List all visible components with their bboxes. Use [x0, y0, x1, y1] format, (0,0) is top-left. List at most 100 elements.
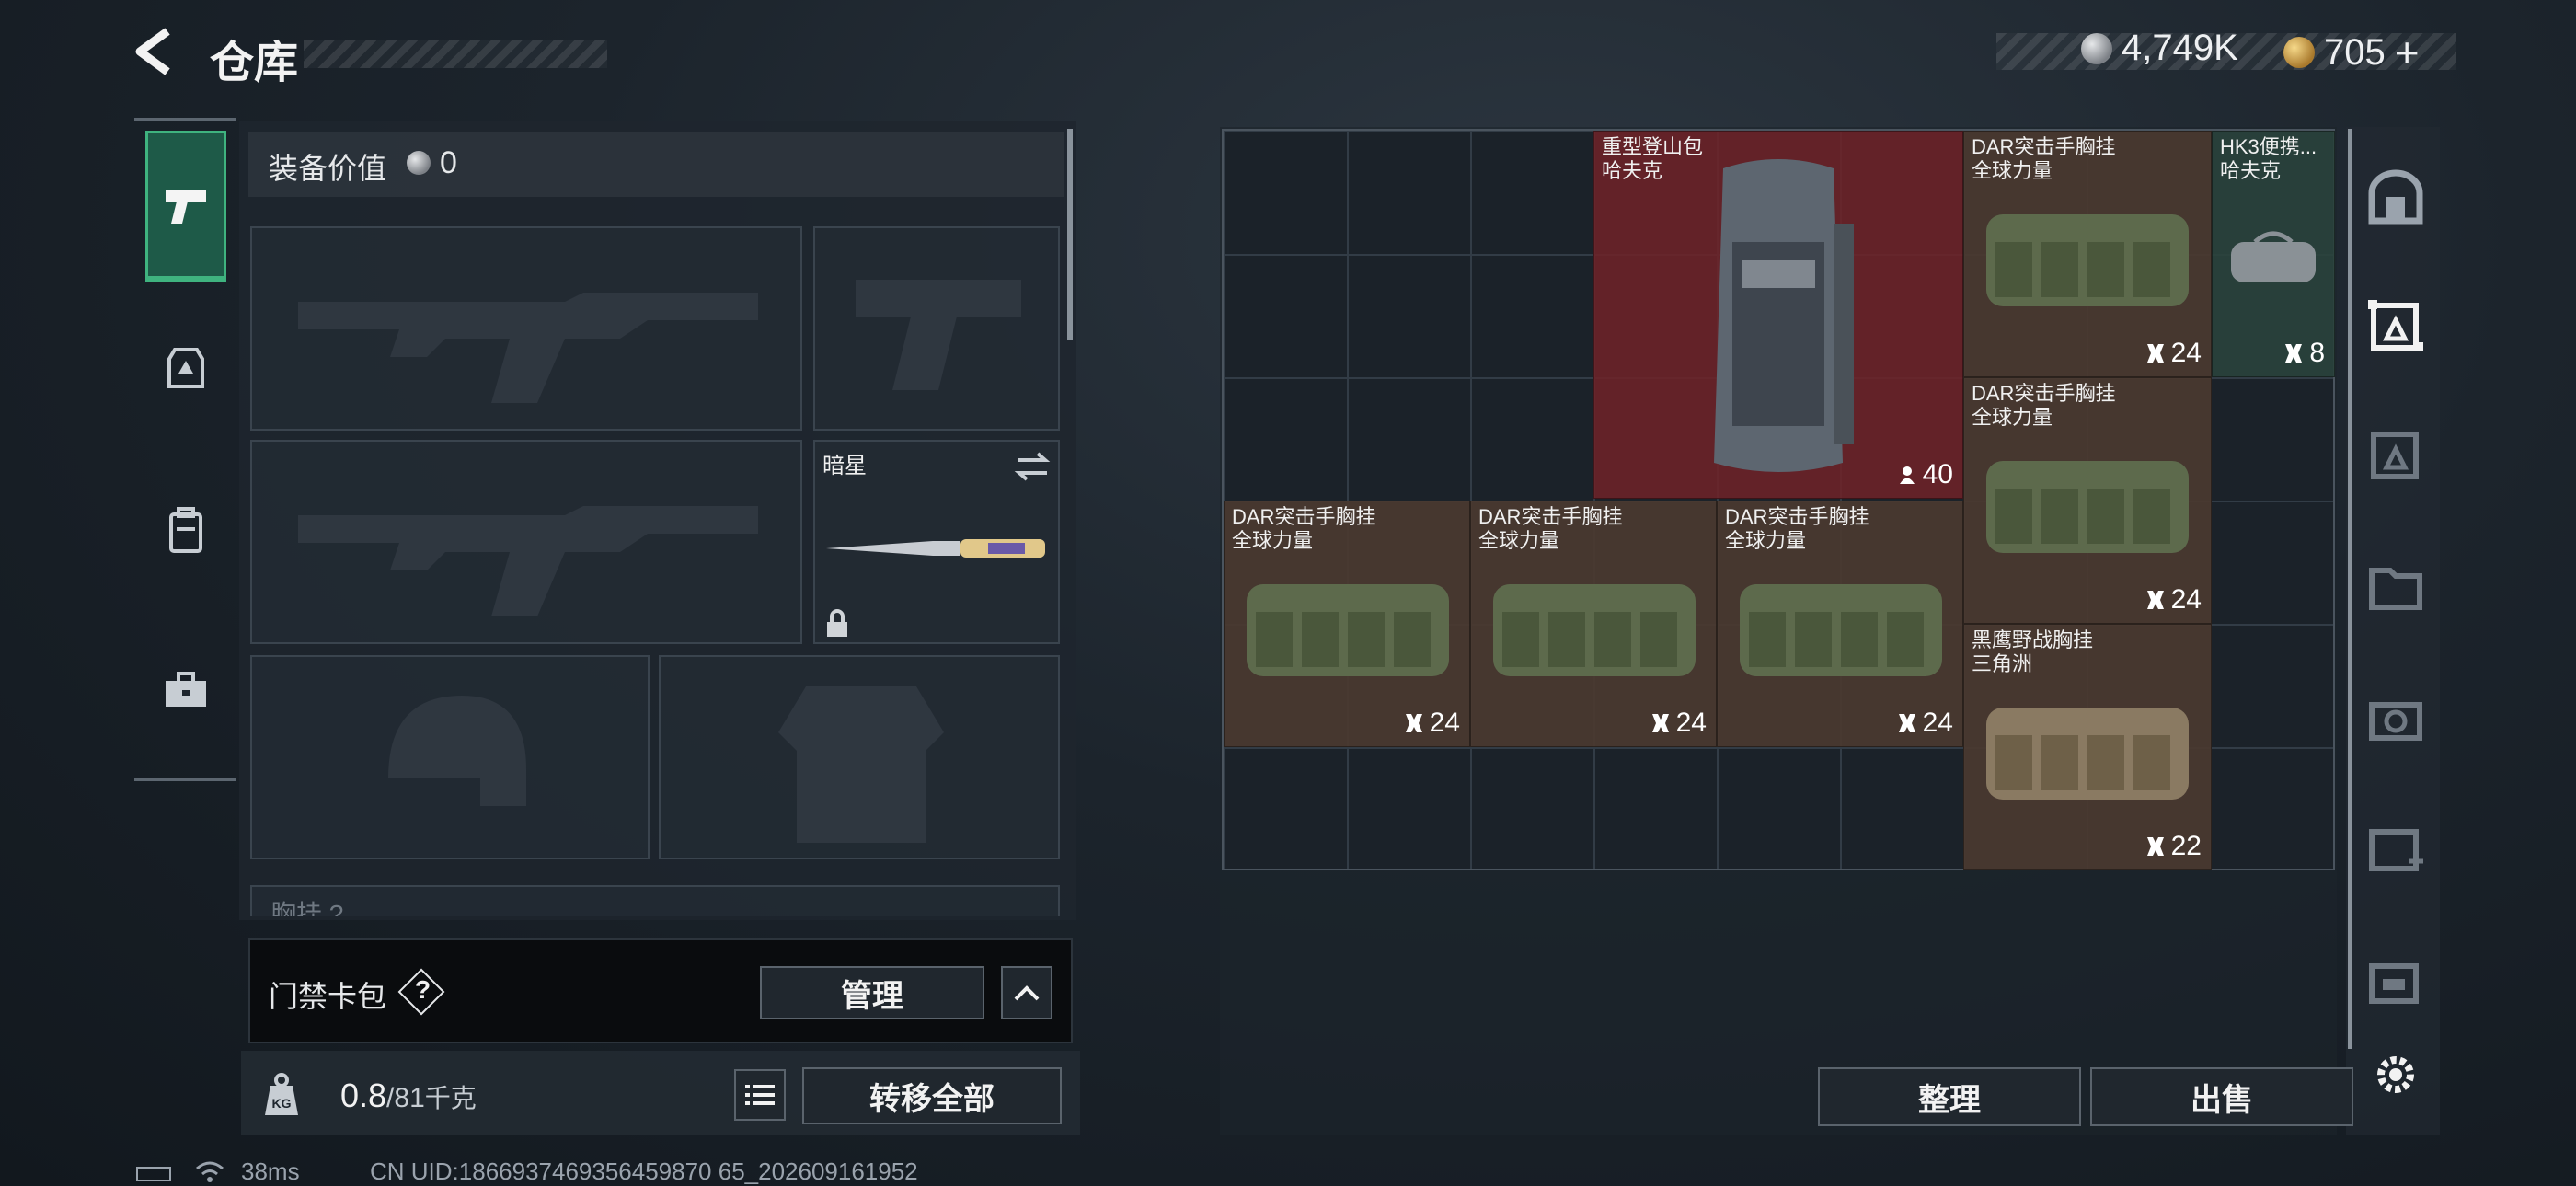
silver-currency[interactable]: 4,749K [2081, 28, 2238, 69]
item-count: 8 [2283, 338, 2325, 369]
rail-tab-case[interactable] [145, 650, 226, 731]
item-name: HK3便携... 哈夫克 [2220, 135, 2317, 182]
item-name: DAR突击手胸挂 全球力量 [1725, 505, 1869, 552]
chest-rig-label: 胸挂 ? [270, 900, 344, 916]
storage-tab-1-icon [2368, 300, 2423, 351]
item-count: 24 [2145, 584, 2202, 616]
gold-amount: 705 [2324, 31, 2386, 73]
rifle-silhouette-icon [298, 506, 758, 616]
slots-icon [2285, 344, 2303, 363]
storage-tab-2-icon [2371, 432, 2419, 479]
add-currency-button[interactable]: + [2395, 28, 2420, 77]
slots-icon [2146, 344, 2164, 363]
item-count-value: 8 [2309, 338, 2325, 368]
gold-currency[interactable]: 705 + [2283, 28, 2420, 77]
rail-tab-backpack[interactable] [145, 489, 226, 570]
grid-item[interactable]: DAR突击手胸挂 全球力量 24 [1963, 131, 2212, 377]
grid-item[interactable]: 重型登山包 哈夫克 40 [1593, 131, 1963, 499]
ping-readout: 38ms [241, 1157, 300, 1185]
wifi-icon [196, 1161, 224, 1182]
back-arrow-icon [135, 28, 170, 75]
weight-current: 0.8 [340, 1077, 387, 1114]
svg-text:KG: KG [272, 1096, 292, 1111]
item-name: 重型登山包 哈夫克 [1602, 135, 1704, 182]
item-count: 22 [2145, 831, 2202, 862]
storage-tab-5-icon [2369, 829, 2423, 871]
lock-icon [827, 609, 847, 637]
armor-vest-icon [167, 348, 204, 388]
item-count-value: 24 [1922, 708, 1953, 738]
weight-unit: 千克 [424, 1084, 477, 1112]
safe-icon [2368, 169, 2423, 225]
list-view-button[interactable] [734, 1069, 786, 1121]
rifle-silhouette-icon [298, 293, 758, 403]
title-decor-stripe [304, 40, 607, 68]
rail-active-underline [145, 276, 226, 282]
weight-kg-icon: KG [265, 1073, 298, 1115]
item-count-value: 22 [2170, 831, 2202, 861]
chest-rig-slot-peek[interactable]: 胸挂 ? [250, 885, 1060, 916]
chest-rig-image [1986, 461, 2189, 553]
tab-storage-2[interactable] [2361, 420, 2431, 489]
weight-max: /81 [386, 1083, 425, 1113]
scrollbar[interactable] [1067, 129, 1073, 340]
item-count-value: 24 [2170, 338, 2202, 368]
grid-item[interactable]: DAR突击手胸挂 全球力量 24 [1717, 501, 1963, 747]
tab-storage-6[interactable] [2361, 948, 2431, 1018]
secondary-weapon-slot[interactable] [250, 440, 802, 644]
tab-storage-3[interactable] [2361, 552, 2431, 622]
slots-icon [1898, 714, 1915, 732]
melee-name: 暗星 [822, 454, 867, 478]
sidearm-slot[interactable] [813, 226, 1060, 431]
tab-column-scrollbar[interactable] [2348, 129, 2352, 1049]
equip-value-coin-icon [407, 151, 431, 175]
knife-icon [826, 539, 1045, 558]
grid-item[interactable]: 黑鹰野战胸挂 三角洲 22 [1963, 624, 2212, 870]
body-armor-slot[interactable] [659, 655, 1060, 859]
gear-icon [2377, 1056, 2414, 1093]
storage-tab-6-icon [2369, 963, 2419, 1004]
expand-button[interactable] [1001, 966, 1052, 1019]
item-count-value: 24 [2170, 584, 2202, 615]
left-rail-bottom-line [134, 778, 236, 781]
tab-safe[interactable] [2361, 162, 2431, 232]
grid-item[interactable]: DAR突击手胸挂 全球力量 24 [1224, 501, 1470, 747]
armor-silhouette-icon [778, 686, 944, 843]
primary-weapon-slot[interactable] [250, 226, 802, 431]
grid-item[interactable]: DAR突击手胸挂 全球力量 24 [1963, 377, 2212, 624]
grid-item[interactable]: HK3便携... 哈夫克 8 [2212, 131, 2335, 377]
item-name: 黑鹰野战胸挂 三角洲 [1972, 628, 2094, 675]
sell-button[interactable]: 出售 [2090, 1067, 2353, 1126]
slots-icon [1405, 714, 1422, 732]
tab-storage-4[interactable] [2361, 685, 2431, 754]
settings-button[interactable] [2361, 1040, 2431, 1110]
rail-tab-weapons[interactable] [145, 131, 226, 280]
item-count-value: 24 [1429, 708, 1460, 738]
tab-storage-1[interactable] [2361, 291, 2431, 361]
keycard-label: 门禁卡包 [269, 980, 387, 1013]
melee-slot[interactable]: 暗星 [813, 440, 1060, 644]
item-count: 24 [1404, 708, 1460, 739]
item-count-value: 40 [1922, 459, 1953, 489]
silver-amount: 4,749K [2122, 28, 2238, 68]
helmet-slot[interactable] [250, 655, 650, 859]
grid-item[interactable]: DAR突击手胸挂 全球力量 24 [1470, 501, 1717, 747]
rail-tab-armor[interactable] [145, 328, 226, 409]
item-count: 24 [2145, 338, 2202, 369]
chevron-up-icon [1014, 985, 1040, 1001]
item-name: DAR突击手胸挂 全球力量 [1478, 505, 1623, 552]
battery-icon [136, 1167, 171, 1181]
sort-button[interactable]: 整理 [1818, 1067, 2081, 1126]
tab-storage-5[interactable] [2361, 815, 2431, 885]
transfer-all-button[interactable]: 转移全部 [802, 1067, 1062, 1124]
item-name: DAR突击手胸挂 全球力量 [1972, 382, 2116, 429]
slots-icon [1651, 714, 1669, 732]
swap-icon[interactable] [1014, 451, 1051, 482]
helmet-silhouette-icon [388, 696, 526, 806]
chest-rig-image [1740, 584, 1942, 676]
manage-button[interactable]: 管理 [760, 966, 984, 1019]
item-name: DAR突击手胸挂 全球力量 [1972, 135, 2116, 182]
capacity-icon [1899, 466, 1915, 484]
back-button[interactable] [129, 24, 184, 79]
page-title: 仓库 [210, 39, 299, 87]
